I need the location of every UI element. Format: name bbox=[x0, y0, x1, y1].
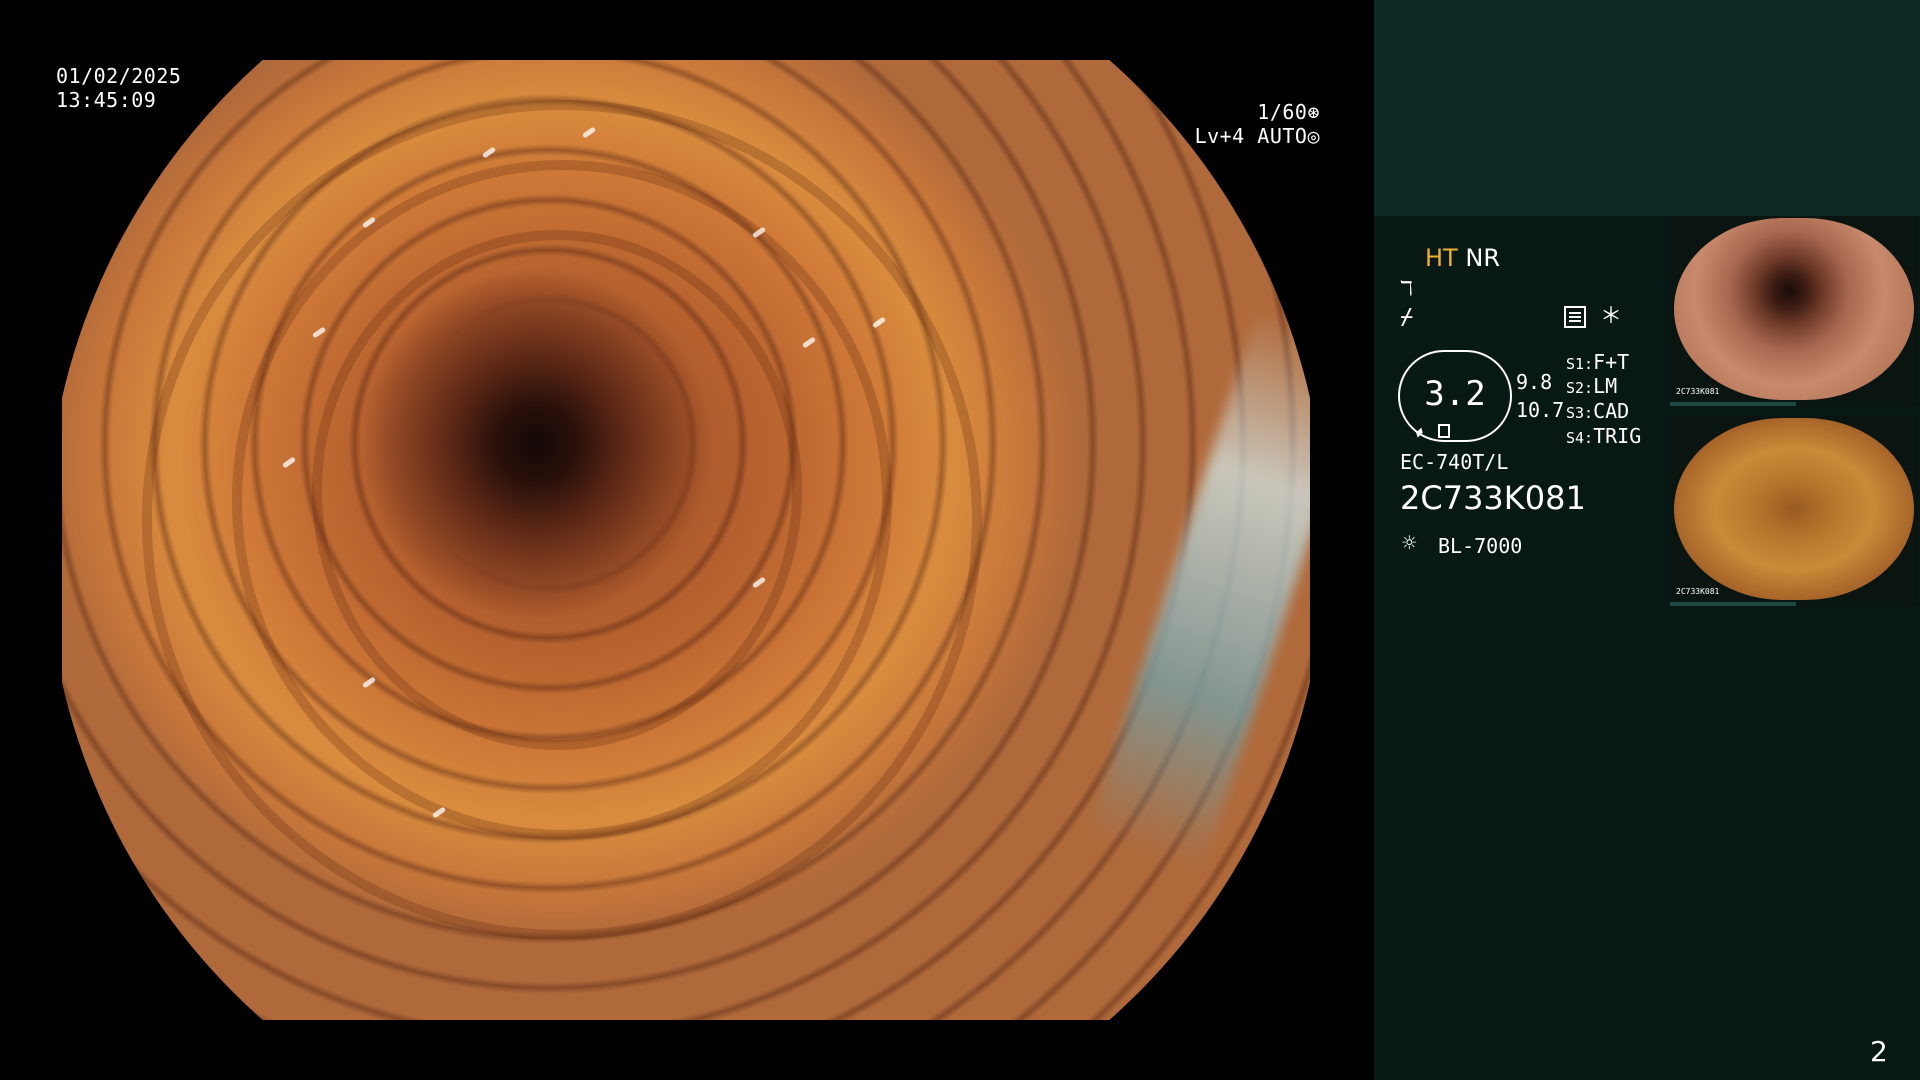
info-panel-header bbox=[1374, 0, 1920, 216]
frame-icon bbox=[1438, 424, 1450, 438]
exposure-info: 1/60⊛ Lv+4 AUTO◎ bbox=[1195, 100, 1320, 148]
enhancement-mode: HT NR bbox=[1425, 246, 1500, 270]
thumbnail-bar bbox=[1670, 602, 1796, 606]
light-source-icon: ☼ bbox=[1402, 529, 1417, 557]
nr-label: NR bbox=[1465, 244, 1500, 272]
light-reflection bbox=[1086, 305, 1310, 875]
light-source: BL-7000 bbox=[1438, 534, 1523, 558]
page-number: 2 bbox=[1870, 1035, 1888, 1068]
scope-model: EC-740T/L bbox=[1400, 450, 1509, 474]
capture-thumbnail[interactable]: 2C733K081 bbox=[1670, 216, 1918, 406]
scope-setting: S1:F+T bbox=[1566, 350, 1630, 374]
mucosal-fold bbox=[142, 100, 982, 940]
thumbnail-caption: 2C733K081 bbox=[1676, 587, 1720, 596]
scope-setting: S4:TRIG bbox=[1566, 424, 1642, 448]
structure-enhance-icon: ℸ bbox=[1400, 276, 1413, 300]
ht-label: HT bbox=[1425, 244, 1458, 272]
brightness-level: Lv+4 bbox=[1194, 124, 1245, 148]
thumbnail-bar bbox=[1670, 402, 1796, 406]
endoscope-view bbox=[62, 60, 1310, 1020]
thumbnail-image bbox=[1674, 218, 1914, 400]
thumbnail-caption: 2C733K081 bbox=[1676, 387, 1720, 396]
asterisk-icon: ＊ bbox=[1600, 304, 1623, 329]
time: 13:45:09 bbox=[56, 88, 157, 112]
aperture-icon: ⊛ bbox=[1307, 100, 1320, 124]
iris-icon: ◎ bbox=[1307, 124, 1320, 148]
exposure-mode: AUTO bbox=[1257, 124, 1308, 148]
shutter-speed: 1/60 bbox=[1257, 100, 1308, 124]
date: 01/02/2025 bbox=[56, 64, 182, 88]
thumbnail-image bbox=[1674, 418, 1914, 600]
scope-setting: S2:LM bbox=[1566, 374, 1618, 398]
scope-setting: S3:CAD bbox=[1566, 399, 1630, 423]
capture-thumbnail[interactable]: 2C733K081 bbox=[1670, 416, 1918, 606]
value-2: 10.7 bbox=[1516, 398, 1565, 422]
scope-serial: 2C733K081 bbox=[1400, 479, 1586, 517]
date-time: 01/02/2025 13:45:09 bbox=[56, 64, 181, 112]
value-1: 9.8 bbox=[1516, 370, 1553, 394]
zoom-value: 3.2 bbox=[1424, 374, 1486, 414]
color-enhance-icon: ⌿ bbox=[1400, 305, 1414, 330]
menu-icon bbox=[1564, 306, 1586, 328]
